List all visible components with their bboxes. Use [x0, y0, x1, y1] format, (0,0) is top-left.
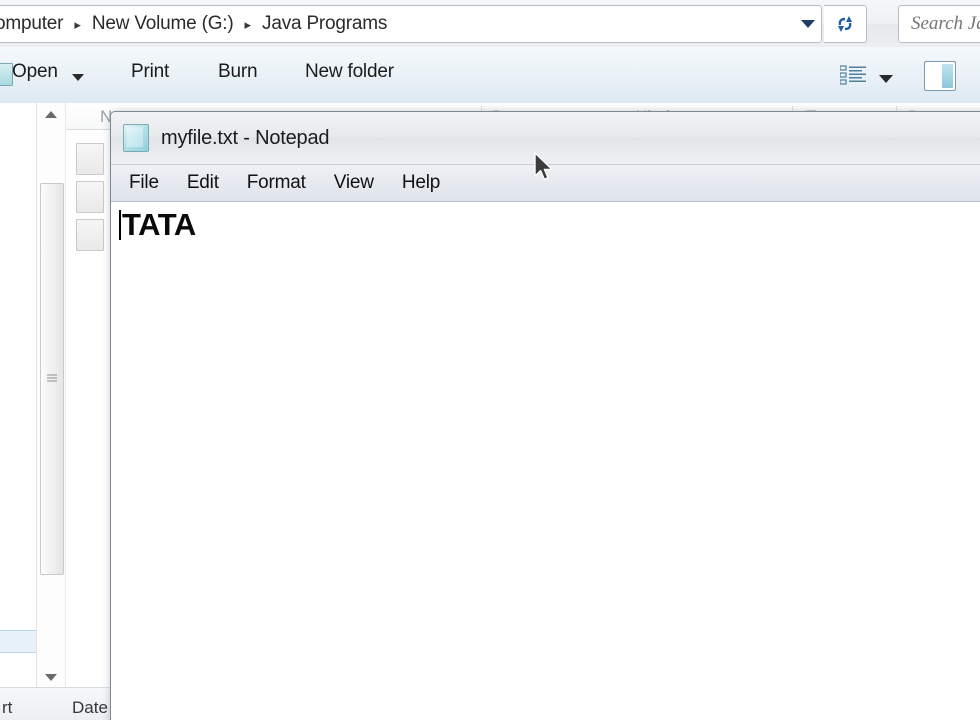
text-document-icon — [123, 124, 149, 152]
scroll-down-arrow-icon[interactable] — [37, 666, 65, 688]
file-item-icon[interactable] — [76, 143, 104, 175]
file-item-icon[interactable] — [76, 219, 104, 251]
print-button[interactable]: Print — [131, 61, 169, 83]
menu-item-help[interactable]: Help — [402, 172, 440, 194]
address-bar-row: omputer ▸ New Volume (G:) ▸ Java Program… — [0, 0, 980, 48]
breadcrumb-separator: ▸ — [74, 16, 81, 32]
details-pane-date-label: Date — [72, 698, 108, 717]
scrollbar-thumb[interactable] — [40, 183, 64, 575]
breadcrumb-separator: ▸ — [244, 16, 252, 32]
nav-item-drive-g[interactable]: (G:) — [0, 630, 36, 653]
notepad-document-text: TATA — [122, 207, 196, 242]
refresh-icon — [838, 16, 852, 32]
breadcrumb-item-computer[interactable]: omputer — [0, 13, 65, 35]
nav-item-drive-f[interactable]: (F:) — [0, 598, 36, 619]
nav-item-drive-e[interactable]: e:) — [0, 533, 36, 554]
address-bar[interactable]: omputer ▸ New Volume (G:) ▸ Java Program… — [0, 5, 822, 43]
scroll-up-arrow-icon[interactable] — [37, 103, 65, 125]
command-toolbar: Open Print Burn New folder — [0, 47, 980, 104]
new-folder-button[interactable]: New folder — [305, 61, 394, 83]
scrollbar-grip-icon — [47, 374, 57, 384]
search-input[interactable] — [909, 12, 980, 36]
menu-item-format[interactable]: Format — [247, 172, 306, 194]
search-box[interactable] — [898, 5, 980, 43]
navigation-pane: oud e:) (F:) (G:) oud — [0, 103, 37, 688]
nav-item-cloud-bottom[interactable]: oud — [0, 663, 36, 684]
file-item-icon[interactable] — [76, 181, 104, 213]
navigation-scrollbar[interactable] — [37, 103, 66, 688]
nav-item-cloud-top[interactable]: oud — [0, 171, 36, 192]
text-caret — [119, 210, 121, 240]
notepad-title: myfile.txt - Notepad — [161, 126, 330, 149]
chevron-down-icon[interactable] — [801, 20, 815, 28]
open-dropdown-chevron-down-icon[interactable] — [72, 74, 84, 81]
list-view-icon[interactable] — [840, 65, 866, 85]
notepad-menu-bar: File Edit Format View Help — [111, 165, 980, 202]
preview-pane-icon[interactable] — [924, 61, 956, 91]
menu-item-file[interactable]: File — [129, 172, 159, 194]
view-dropdown-chevron-down-icon[interactable] — [879, 75, 893, 83]
details-pane-left-text: rt — [2, 698, 13, 717]
notepad-window[interactable]: myfile.txt - Notepad File Edit Format Vi… — [110, 111, 980, 720]
notepad-title-bar[interactable]: myfile.txt - Notepad — [111, 112, 980, 165]
breadcrumb-item-java-programs[interactable]: Java Programs — [260, 13, 389, 35]
menu-item-edit[interactable]: Edit — [187, 172, 219, 194]
menu-item-view[interactable]: View — [334, 172, 374, 194]
breadcrumb-item-new-volume[interactable]: New Volume (G:) — [90, 13, 236, 35]
burn-button[interactable]: Burn — [218, 61, 258, 83]
screen: omputer ▸ New Volume (G:) ▸ Java Program… — [0, 0, 980, 720]
notepad-text-area[interactable]: TATA — [111, 202, 980, 720]
open-button[interactable]: Open — [12, 61, 58, 83]
refresh-button[interactable] — [824, 5, 867, 43]
